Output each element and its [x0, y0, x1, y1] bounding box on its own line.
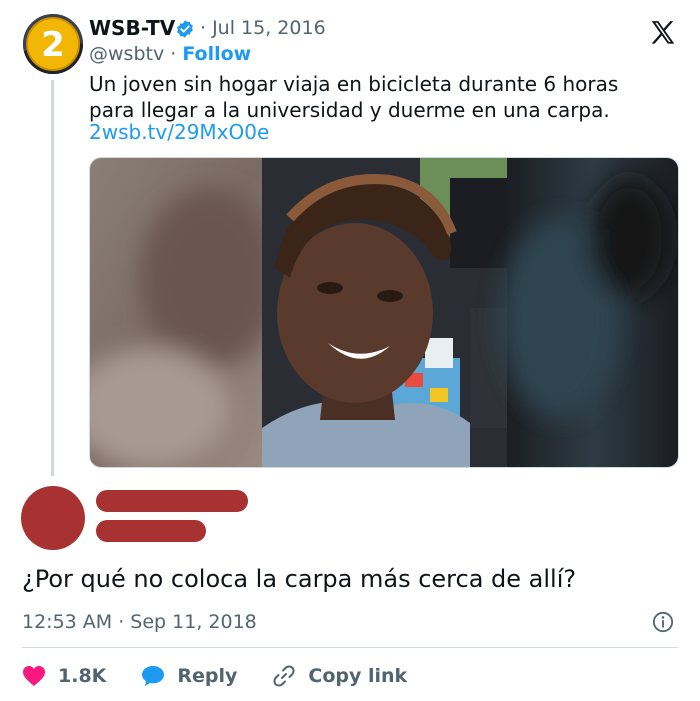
like-count: 1.8K: [58, 665, 107, 687]
reply-label: Reply: [177, 665, 238, 687]
reply-timestamp[interactable]: 12:53 AM · Sep 11, 2018: [22, 611, 257, 633]
copy-link-button[interactable]: Copy link: [272, 664, 407, 688]
heart-icon: [23, 666, 45, 686]
divider: [22, 647, 678, 648]
reply-button[interactable]: Reply: [141, 665, 237, 687]
handle-separator: ·: [170, 43, 177, 65]
redacted-name-bar: [96, 490, 248, 512]
info-icon[interactable]: [652, 611, 674, 633]
tweet-link[interactable]: 2wsb.tv/29MxO0e: [89, 120, 269, 144]
tweet-photo[interactable]: [89, 157, 679, 468]
author-handle[interactable]: @wsbtv: [89, 43, 164, 65]
follow-button[interactable]: Follow: [182, 43, 251, 65]
tweet-text: Un joven sin hogar viaja en bicicleta du…: [89, 71, 679, 123]
photo-image: [90, 158, 678, 467]
like-button[interactable]: 1.8K: [22, 665, 106, 687]
wsbtv-avatar[interactable]: 2: [23, 14, 83, 74]
verified-badge-icon: [177, 20, 193, 38]
redacted-handle-bar: [96, 520, 206, 542]
x-logo-icon[interactable]: [648, 18, 678, 48]
copy-link-label: Copy link: [308, 665, 408, 687]
handle-row: @wsbtv · Follow: [89, 43, 251, 65]
link-icon: [273, 665, 295, 687]
tweet-text-line: Un joven sin hogar viaja en bicicleta du…: [89, 72, 619, 96]
logo-numeral: 2: [41, 25, 65, 65]
redacted-avatar: [21, 486, 85, 550]
reply-text: ¿Por qué no coloca la carpa más cerca de…: [22, 565, 577, 593]
thread-connector-line: [51, 80, 54, 476]
wsb-logo: 2: [23, 14, 83, 74]
reply-bubble-icon: [142, 666, 165, 686]
tweet-date[interactable]: · Jul 15, 2016: [200, 17, 326, 39]
author-name[interactable]: WSB-TV: [89, 16, 175, 40]
action-bar: 1.8K Reply Copy link: [22, 662, 442, 690]
